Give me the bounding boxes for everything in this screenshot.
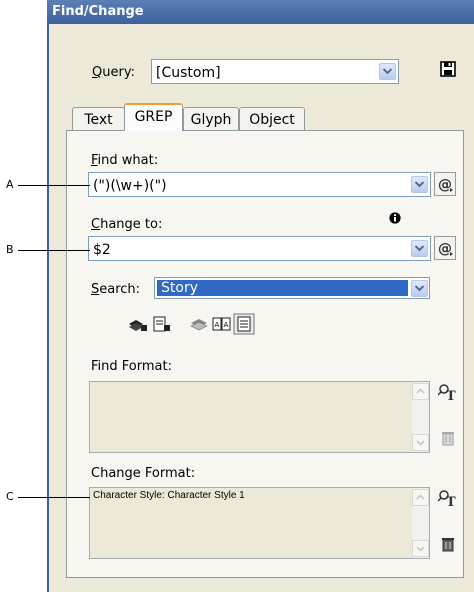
scroll-up-button[interactable] — [412, 489, 429, 506]
find-what-value: (")(\w+)(") — [93, 178, 167, 194]
include-locked-layers-icon[interactable] — [127, 316, 149, 336]
find-special-characters-button[interactable]: @ — [434, 172, 456, 196]
search-label: Search: — [91, 282, 141, 297]
scroll-up-button[interactable] — [412, 383, 429, 400]
window-title: Find/Change — [52, 4, 144, 19]
change-format-scrollbar[interactable] — [412, 488, 429, 558]
include-footnotes-icon[interactable] — [233, 313, 255, 339]
query-select[interactable]: [Custom] — [151, 59, 399, 84]
svg-text:@: @ — [438, 241, 452, 257]
svg-text:T: T — [446, 495, 456, 509]
chevron-down-icon — [415, 245, 424, 252]
chevron-down-icon — [416, 440, 425, 446]
specify-attributes-to-find-icon[interactable]: T — [437, 383, 458, 407]
tab-object[interactable]: Object — [239, 107, 305, 131]
find-format-scrollbar[interactable] — [412, 382, 429, 452]
title-bar[interactable]: Find/Change — [47, 0, 474, 24]
change-to-label: Change to: — [91, 217, 163, 232]
dialog-border — [47, 24, 49, 592]
query-value: [Custom] — [156, 65, 221, 81]
find-what-label: Find what: — [91, 153, 159, 168]
save-query-icon[interactable] — [440, 61, 456, 81]
chevron-down-icon — [383, 68, 392, 75]
chevron-down-icon — [415, 181, 424, 188]
callout-c-line — [18, 497, 90, 498]
change-special-characters-button[interactable]: @ — [434, 236, 456, 260]
callout-b-line — [18, 250, 90, 251]
specify-attributes-to-change-icon[interactable]: T — [437, 489, 458, 513]
chevron-down-icon — [416, 546, 425, 552]
chevron-down-icon — [415, 285, 424, 292]
query-label: Query: — [92, 65, 135, 80]
callout-a: A — [6, 178, 14, 191]
svg-text:T: T — [446, 389, 456, 403]
find-format-box[interactable] — [89, 381, 430, 453]
include-master-pages-icon[interactable]: AA — [212, 316, 232, 336]
change-to-field[interactable]: $2 — [88, 236, 431, 261]
chevron-up-icon — [416, 388, 425, 394]
svg-text:A: A — [224, 321, 229, 329]
svg-text:A: A — [215, 321, 220, 329]
change-format-box[interactable]: Character Style: Character Style 1 — [89, 487, 430, 559]
chevron-up-icon — [416, 494, 425, 500]
callout-a-line — [18, 185, 90, 186]
info-icon — [389, 212, 401, 228]
include-hidden-layers-icon[interactable] — [190, 316, 210, 336]
clear-change-attributes-icon[interactable] — [441, 536, 455, 556]
find-format-label: Find Format: — [91, 359, 172, 374]
callout-b: B — [6, 243, 14, 256]
query-dropdown-button[interactable] — [379, 63, 396, 80]
search-dropdown-button[interactable] — [411, 280, 428, 297]
search-select[interactable]: Story — [154, 277, 430, 299]
scroll-down-button[interactable] — [412, 434, 429, 451]
change-to-value: $2 — [93, 242, 111, 258]
change-format-label: Change Format: — [91, 466, 196, 481]
find-what-dropdown-button[interactable] — [411, 176, 428, 193]
search-selected-option: Story — [157, 280, 408, 296]
tab-text[interactable]: Text — [72, 107, 125, 131]
tab-glyph[interactable]: Glyph — [183, 107, 239, 131]
svg-text:@: @ — [438, 177, 452, 193]
change-format-value: Character Style: Character Style 1 — [93, 490, 245, 501]
callout-c: C — [6, 490, 14, 503]
scroll-down-button[interactable] — [412, 540, 429, 557]
change-to-dropdown-button[interactable] — [411, 240, 428, 257]
find-what-field[interactable]: (")(\w+)(") — [88, 172, 431, 197]
tab-grep[interactable]: GREP — [124, 103, 183, 131]
special-characters-icon: @ — [438, 177, 453, 193]
include-locked-stories-icon[interactable] — [152, 316, 172, 336]
special-characters-icon: @ — [438, 241, 453, 257]
clear-find-attributes-icon[interactable] — [441, 430, 455, 450]
